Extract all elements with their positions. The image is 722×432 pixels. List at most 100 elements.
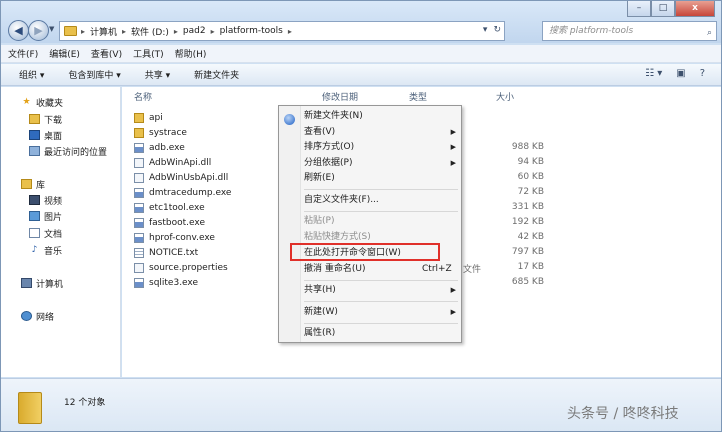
- breadcrumb-separator[interactable]: ▸: [122, 27, 126, 36]
- file-size: 94 KB: [517, 157, 544, 167]
- new-folder-button[interactable]: 新建文件夹: [194, 68, 239, 81]
- ctx-undo-rename[interactable]: 撤消 重命名(U) Ctrl+Z: [304, 262, 458, 277]
- column-header-size[interactable]: 大小: [496, 90, 514, 103]
- view-controls: ☷ ▾ ▣ ?: [645, 68, 705, 79]
- refresh-icon[interactable]: ↻: [493, 25, 501, 35]
- ctx-label: 撤消 重命名(U): [304, 264, 366, 274]
- file-size: 192 KB: [511, 217, 544, 227]
- ctx-new-folder[interactable]: 新建文件夹(N): [304, 109, 458, 124]
- folder-icon: [134, 127, 144, 138]
- column-header-name[interactable]: 名称: [134, 90, 152, 103]
- ctx-customize-folder[interactable]: 自定义文件夹(F)...: [304, 193, 458, 208]
- menu-file[interactable]: 文件(F): [8, 47, 38, 60]
- file-name: dmtracedump.exe: [149, 187, 232, 198]
- ctx-sort[interactable]: 排序方式(O) ▶: [304, 140, 458, 155]
- sidebar-item-label: 下载: [44, 115, 63, 126]
- breadcrumb-platform-tools[interactable]: platform-tools: [220, 26, 283, 36]
- breadcrumb-separator[interactable]: ▸: [288, 27, 292, 36]
- ctx-label: 新建文件夹(N): [304, 111, 363, 121]
- file-size: 72 KB: [517, 187, 544, 197]
- view-options-icon[interactable]: ☷ ▾: [645, 68, 662, 79]
- address-bar[interactable]: ▸ 计算机 ▸ 软件 (D:) ▸ pad2 ▸ platform-tools …: [59, 21, 505, 41]
- breadcrumb-separator[interactable]: ▸: [81, 27, 85, 36]
- executable-icon: [134, 277, 144, 288]
- search-input[interactable]: 搜索 platform-tools ⌕: [542, 21, 717, 41]
- executable-icon: [134, 187, 144, 198]
- submenu-arrow-icon: ▶: [450, 128, 456, 136]
- sidebar-item-label: 文档: [44, 229, 63, 240]
- folder-icon: [134, 112, 144, 123]
- address-dropdown-icon[interactable]: ▾: [483, 25, 488, 35]
- help-icon[interactable]: ?: [700, 68, 705, 79]
- organize-button[interactable]: 组织 ▾: [19, 68, 44, 81]
- column-header-type[interactable]: 类型: [409, 90, 427, 103]
- context-menu: 新建文件夹(N) 查看(V) ▶ 排序方式(O) ▶ 分组依据(P) ▶ 刷新(E) …: [278, 105, 462, 343]
- video-icon: [29, 195, 40, 205]
- document-icon: [29, 228, 40, 238]
- breadcrumb-pad2[interactable]: pad2: [183, 26, 206, 36]
- preview-pane-icon[interactable]: ▣: [676, 68, 685, 79]
- breadcrumb-drive-d[interactable]: 软件 (D:): [131, 25, 169, 38]
- context-menu-gutter: [279, 106, 301, 342]
- ctx-label: 自定义文件夹(F)...: [304, 195, 379, 205]
- ctx-properties[interactable]: 属性(R): [304, 326, 458, 341]
- menu-view[interactable]: 查看(V): [91, 47, 122, 60]
- menu-help[interactable]: 帮助(H): [175, 47, 207, 60]
- recent-places-icon: [29, 146, 40, 156]
- include-in-library-button[interactable]: 包含到库中 ▾: [68, 68, 120, 81]
- menu-edit[interactable]: 编辑(E): [49, 47, 80, 60]
- forward-button[interactable]: ▶: [28, 20, 49, 41]
- file-name: AdbWinUsbApi.dll: [149, 172, 229, 183]
- menu-separator: [304, 280, 458, 281]
- submenu-arrow-icon: ▶: [450, 159, 456, 167]
- close-button[interactable]: x: [675, 1, 715, 17]
- ctx-group[interactable]: 分组依据(P) ▶: [304, 156, 458, 171]
- desktop-icon: [29, 130, 40, 140]
- recent-pages-dropdown[interactable]: ▼: [49, 25, 54, 33]
- file-size: 42 KB: [517, 232, 544, 242]
- search-icon[interactable]: ⌕: [707, 24, 712, 42]
- item-count: 12 个对象: [64, 398, 106, 408]
- file-size: 685 KB: [511, 277, 544, 287]
- dll-file-icon: [134, 157, 144, 168]
- watermark-text: 头条号 / 咚咚科技: [567, 406, 679, 422]
- menu-separator: [304, 323, 458, 324]
- file-name: AdbWinApi.dll: [149, 157, 212, 168]
- sidebar-item-label: 网络: [36, 312, 55, 323]
- ctx-label: 查看(V): [304, 127, 336, 137]
- ctx-view[interactable]: 查看(V) ▶: [304, 125, 458, 140]
- back-button[interactable]: ◀: [8, 20, 29, 41]
- library-icon: [21, 179, 32, 189]
- executable-icon: [134, 202, 144, 213]
- file-name: adb.exe: [149, 142, 185, 153]
- ctx-refresh[interactable]: 刷新(E): [304, 171, 458, 186]
- column-header-date[interactable]: 修改日期: [322, 90, 358, 103]
- ctx-label: 属性(R): [304, 328, 336, 338]
- ctx-shortcut: Ctrl+Z: [422, 264, 452, 274]
- executable-icon: [134, 142, 144, 153]
- file-icon: [134, 262, 144, 273]
- breadcrumb-computer[interactable]: 计算机: [90, 25, 117, 38]
- file-name: source.properties: [149, 262, 228, 273]
- breadcrumb-separator[interactable]: ▸: [174, 27, 178, 36]
- folder-icon: [18, 392, 42, 424]
- sidebar-item-label: 桌面: [44, 131, 63, 142]
- menu-tools[interactable]: 工具(T): [133, 47, 164, 60]
- explorer-window: – □ x ◀ ▶ ▼ ▸ 计算机 ▸ 软件 (D:) ▸ pad2 ▸ pla…: [0, 0, 722, 432]
- sidebar-item-label: 图片: [44, 212, 63, 223]
- navigation-pane: ★ 收藏夹 下载 桌面 最近访问的位置 库 视频 图片 文档 ♪ 音乐 计算机 …: [1, 87, 121, 377]
- minimize-button[interactable]: –: [627, 1, 651, 17]
- music-note-icon: ♪: [31, 245, 38, 255]
- file-name: sqlite3.exe: [149, 277, 199, 288]
- maximize-button[interactable]: □: [651, 1, 675, 17]
- file-size: 60 KB: [517, 172, 544, 182]
- sidebar-item-label: 音乐: [44, 246, 63, 257]
- ctx-new[interactable]: 新建(W) ▶: [304, 305, 458, 320]
- ctx-share[interactable]: 共享(H) ▶: [304, 283, 458, 298]
- ctx-label: 分组依据(P): [304, 158, 353, 168]
- breadcrumb-separator[interactable]: ▸: [211, 27, 215, 36]
- ctx-paste[interactable]: 粘贴(P): [304, 214, 458, 229]
- ctx-label: 刷新(E): [304, 173, 335, 183]
- share-button[interactable]: 共享 ▾: [145, 68, 170, 81]
- sidebar-item-label: 收藏夹: [36, 98, 64, 109]
